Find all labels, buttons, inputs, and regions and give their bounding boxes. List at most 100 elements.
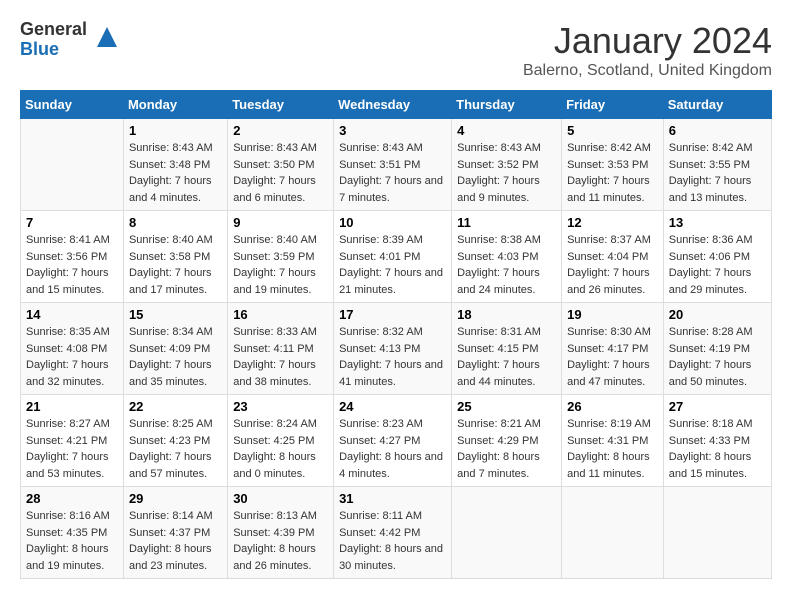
calendar-cell: 20 Sunrise: 8:28 AMSunset: 4:19 PMDayligh…: [663, 303, 771, 395]
day-info: Sunrise: 8:11 AMSunset: 4:42 PMDaylight:…: [339, 508, 446, 574]
day-number: 13: [669, 215, 766, 230]
day-number: 19: [567, 307, 658, 322]
day-info: Sunrise: 8:25 AMSunset: 4:23 PMDaylight:…: [129, 416, 222, 482]
calendar-week-row: 1Sunrise: 8:43 AMSunset: 3:48 PMDaylight…: [21, 119, 772, 211]
day-number: 10: [339, 215, 446, 230]
logo-blue: Blue: [20, 40, 87, 60]
calendar-cell: 1Sunrise: 8:43 AMSunset: 3:48 PMDaylight…: [123, 119, 227, 211]
calendar-week-row: 14 Sunrise: 8:35 AMSunset: 4:08 PMDayligh…: [21, 303, 772, 395]
day-number: 25: [457, 399, 556, 414]
day-number: 17: [339, 307, 446, 322]
calendar-cell: 18Sunrise: 8:31 AMSunset: 4:15 PMDayligh…: [452, 303, 562, 395]
day-number: 30: [233, 491, 328, 506]
day-info: Sunrise: 8:21 AMSunset: 4:29 PMDaylight:…: [457, 416, 556, 482]
calendar-cell: 4 Sunrise: 8:43 AMSunset: 3:52 PMDaylight…: [452, 119, 562, 211]
calendar-cell: 13 Sunrise: 8:36 AMSunset: 4:06 PMDayligh…: [663, 211, 771, 303]
calendar-cell: 7Sunrise: 8:41 AMSunset: 3:56 PMDaylight…: [21, 211, 124, 303]
calendar-cell: 30 Sunrise: 8:13 AMSunset: 4:39 PMDayligh…: [228, 487, 334, 579]
logo: General Blue: [20, 20, 122, 60]
day-number: 4: [457, 123, 556, 138]
day-number: 20: [669, 307, 766, 322]
day-number: 12: [567, 215, 658, 230]
day-info: Sunrise: 8:42 AMSunset: 3:55 PMDaylight:…: [669, 140, 766, 206]
day-info: Sunrise: 8:36 AMSunset: 4:06 PMDaylight:…: [669, 232, 766, 298]
day-number: 2: [233, 123, 328, 138]
header-sunday: Sunday: [21, 91, 124, 119]
calendar-cell: 31 Sunrise: 8:11 AMSunset: 4:42 PMDayligh…: [334, 487, 452, 579]
day-number: 8: [129, 215, 222, 230]
header-monday: Monday: [123, 91, 227, 119]
day-info: Sunrise: 8:30 AMSunset: 4:17 PMDaylight:…: [567, 324, 658, 390]
day-info: Sunrise: 8:38 AMSunset: 4:03 PMDaylight:…: [457, 232, 556, 298]
day-info: Sunrise: 8:16 AMSunset: 4:35 PMDaylight:…: [26, 508, 118, 574]
logo-text: General Blue: [20, 20, 87, 60]
day-info: Sunrise: 8:23 AMSunset: 4:27 PMDaylight:…: [339, 416, 446, 482]
calendar-cell: [21, 119, 124, 211]
calendar-cell: 25 Sunrise: 8:21 AMSunset: 4:29 PMDayligh…: [452, 395, 562, 487]
logo-icon: [92, 22, 122, 52]
day-number: 5: [567, 123, 658, 138]
day-number: 1: [129, 123, 222, 138]
day-info: Sunrise: 8:24 AMSunset: 4:25 PMDaylight:…: [233, 416, 328, 482]
month-title: January 2024: [523, 20, 772, 62]
calendar-week-row: 28 Sunrise: 8:16 AMSunset: 4:35 PMDayligh…: [21, 487, 772, 579]
day-info: Sunrise: 8:37 AMSunset: 4:04 PMDaylight:…: [567, 232, 658, 298]
calendar-cell: [663, 487, 771, 579]
calendar-cell: 10 Sunrise: 8:39 AMSunset: 4:01 PMDayligh…: [334, 211, 452, 303]
header-wednesday: Wednesday: [334, 91, 452, 119]
day-info: Sunrise: 8:34 AMSunset: 4:09 PMDaylight:…: [129, 324, 222, 390]
calendar-cell: 23 Sunrise: 8:24 AMSunset: 4:25 PMDayligh…: [228, 395, 334, 487]
calendar-cell: 14 Sunrise: 8:35 AMSunset: 4:08 PMDayligh…: [21, 303, 124, 395]
day-number: 29: [129, 491, 222, 506]
calendar-cell: 19 Sunrise: 8:30 AMSunset: 4:17 PMDayligh…: [562, 303, 664, 395]
day-info: Sunrise: 8:32 AMSunset: 4:13 PMDaylight:…: [339, 324, 446, 390]
calendar-cell: 5 Sunrise: 8:42 AMSunset: 3:53 PMDaylight…: [562, 119, 664, 211]
day-number: 11: [457, 215, 556, 230]
calendar-cell: 28 Sunrise: 8:16 AMSunset: 4:35 PMDayligh…: [21, 487, 124, 579]
calendar-cell: 24Sunrise: 8:23 AMSunset: 4:27 PMDayligh…: [334, 395, 452, 487]
day-info: Sunrise: 8:41 AMSunset: 3:56 PMDaylight:…: [26, 232, 118, 298]
day-info: Sunrise: 8:33 AMSunset: 4:11 PMDaylight:…: [233, 324, 328, 390]
calendar-week-row: 21 Sunrise: 8:27 AMSunset: 4:21 PMDayligh…: [21, 395, 772, 487]
day-number: 23: [233, 399, 328, 414]
day-info: Sunrise: 8:43 AMSunset: 3:52 PMDaylight:…: [457, 140, 556, 206]
day-number: 27: [669, 399, 766, 414]
day-number: 31: [339, 491, 446, 506]
calendar-cell: 6Sunrise: 8:42 AMSunset: 3:55 PMDaylight…: [663, 119, 771, 211]
day-info: Sunrise: 8:39 AMSunset: 4:01 PMDaylight:…: [339, 232, 446, 298]
calendar-cell: 17 Sunrise: 8:32 AMSunset: 4:13 PMDayligh…: [334, 303, 452, 395]
calendar-cell: 9Sunrise: 8:40 AMSunset: 3:59 PMDaylight…: [228, 211, 334, 303]
calendar-cell: 8 Sunrise: 8:40 AMSunset: 3:58 PMDaylight…: [123, 211, 227, 303]
title-block: January 2024 Balerno, Scotland, United K…: [523, 20, 772, 80]
calendar-cell: 29 Sunrise: 8:14 AMSunset: 4:37 PMDayligh…: [123, 487, 227, 579]
calendar-cell: 12 Sunrise: 8:37 AMSunset: 4:04 PMDayligh…: [562, 211, 664, 303]
day-number: 26: [567, 399, 658, 414]
calendar-cell: 26 Sunrise: 8:19 AMSunset: 4:31 PMDayligh…: [562, 395, 664, 487]
page-header: General Blue January 2024 Balerno, Scotl…: [20, 20, 772, 80]
day-number: 3: [339, 123, 446, 138]
header-friday: Friday: [562, 91, 664, 119]
calendar-week-row: 7Sunrise: 8:41 AMSunset: 3:56 PMDaylight…: [21, 211, 772, 303]
calendar-cell: 21 Sunrise: 8:27 AMSunset: 4:21 PMDayligh…: [21, 395, 124, 487]
day-info: Sunrise: 8:14 AMSunset: 4:37 PMDaylight:…: [129, 508, 222, 574]
day-info: Sunrise: 8:40 AMSunset: 3:58 PMDaylight:…: [129, 232, 222, 298]
calendar-cell: 2Sunrise: 8:43 AMSunset: 3:50 PMDaylight…: [228, 119, 334, 211]
day-info: Sunrise: 8:35 AMSunset: 4:08 PMDaylight:…: [26, 324, 118, 390]
day-number: 28: [26, 491, 118, 506]
calendar-header-row: SundayMondayTuesdayWednesdayThursdayFrid…: [21, 91, 772, 119]
day-info: Sunrise: 8:19 AMSunset: 4:31 PMDaylight:…: [567, 416, 658, 482]
day-number: 21: [26, 399, 118, 414]
calendar-cell: 3Sunrise: 8:43 AMSunset: 3:51 PMDaylight…: [334, 119, 452, 211]
calendar-cell: 27Sunrise: 8:18 AMSunset: 4:33 PMDayligh…: [663, 395, 771, 487]
calendar-cell: 16 Sunrise: 8:33 AMSunset: 4:11 PMDayligh…: [228, 303, 334, 395]
day-info: Sunrise: 8:28 AMSunset: 4:19 PMDaylight:…: [669, 324, 766, 390]
day-info: Sunrise: 8:27 AMSunset: 4:21 PMDaylight:…: [26, 416, 118, 482]
subtitle: Balerno, Scotland, United Kingdom: [523, 62, 772, 80]
day-info: Sunrise: 8:13 AMSunset: 4:39 PMDaylight:…: [233, 508, 328, 574]
day-number: 22: [129, 399, 222, 414]
day-number: 15: [129, 307, 222, 322]
header-saturday: Saturday: [663, 91, 771, 119]
day-number: 14: [26, 307, 118, 322]
day-number: 16: [233, 307, 328, 322]
day-info: Sunrise: 8:42 AMSunset: 3:53 PMDaylight:…: [567, 140, 658, 206]
